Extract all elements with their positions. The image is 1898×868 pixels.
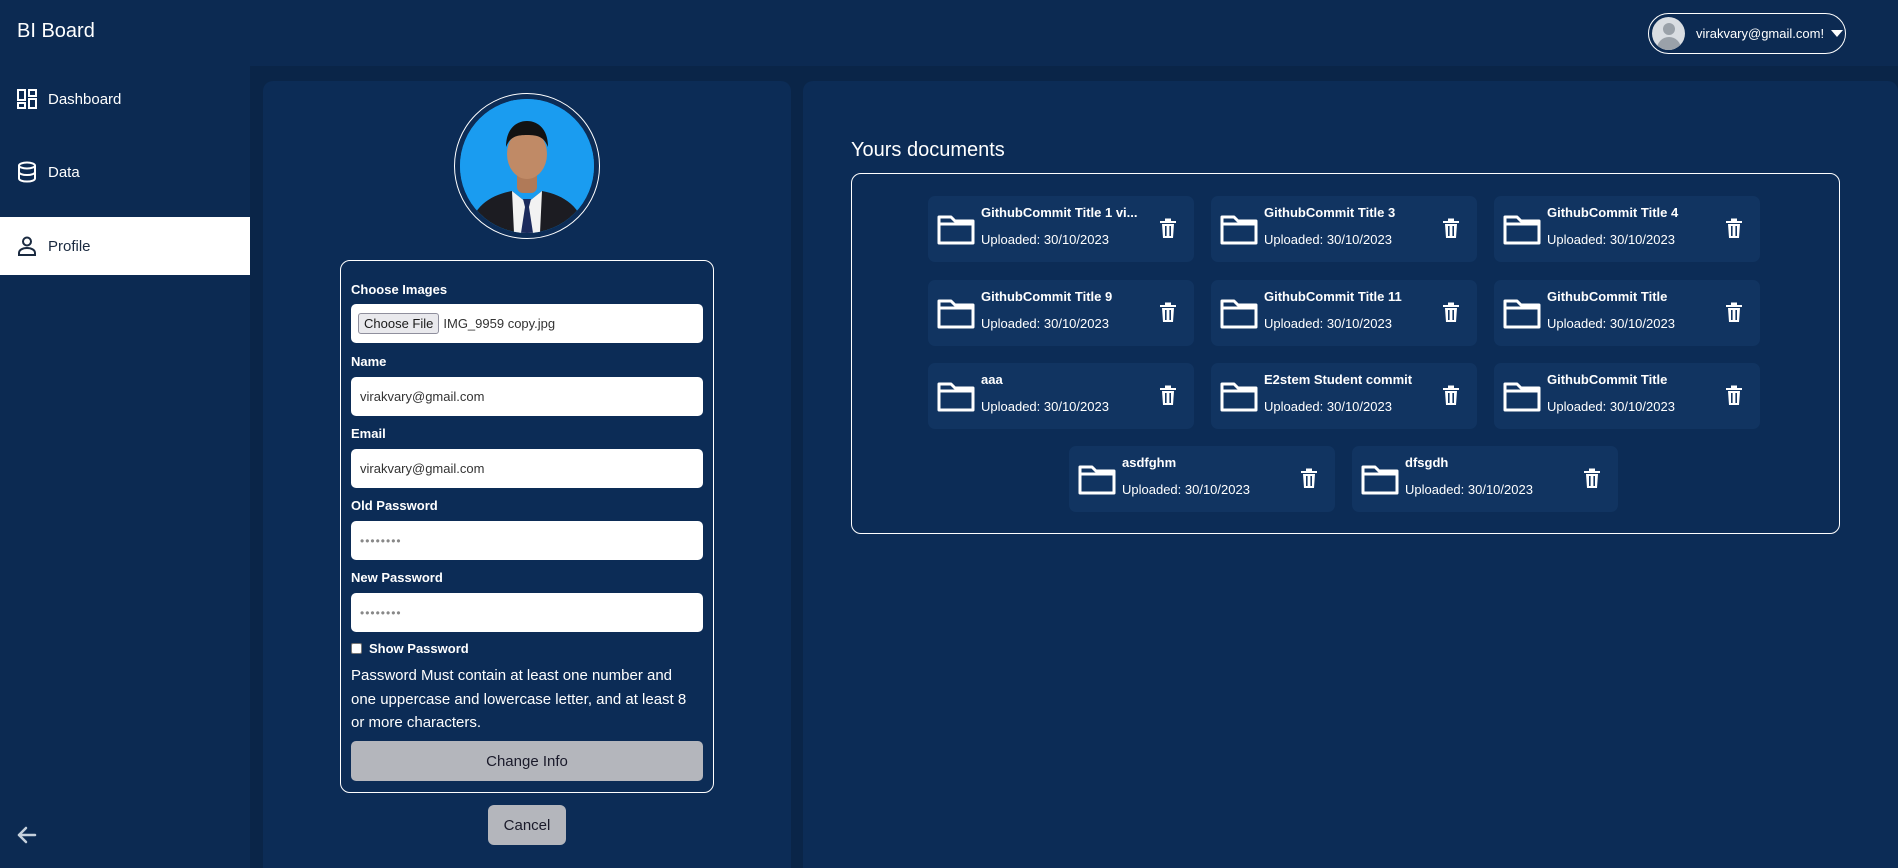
- document-item[interactable]: E2stem Student commit Uploaded: 30/10/202…: [1211, 363, 1477, 429]
- document-date: Uploaded: 30/10/2023: [1264, 316, 1392, 331]
- new-password-input[interactable]: ••••••••: [351, 593, 703, 632]
- document-title: GithubCommit Title 1 vi...: [981, 205, 1138, 220]
- show-password-toggle[interactable]: Show Password: [351, 641, 469, 656]
- show-password-label: Show Password: [369, 641, 469, 656]
- user-menu-button[interactable]: virakvary@gmail.com!: [1648, 13, 1846, 54]
- name-input[interactable]: virakvary@gmail.com: [351, 377, 703, 416]
- document-item[interactable]: asdfghm Uploaded: 30/10/2023: [1069, 446, 1335, 512]
- document-date: Uploaded: 30/10/2023: [1405, 482, 1533, 497]
- document-title: GithubCommit Title 3: [1264, 205, 1396, 220]
- folder-icon: [1503, 297, 1541, 329]
- trash-icon[interactable]: [1725, 218, 1743, 238]
- sidebar-item-label: Dashboard: [48, 90, 122, 108]
- document-date: Uploaded: 30/10/2023: [1122, 482, 1250, 497]
- folder-icon: [1361, 463, 1399, 495]
- document-date: Uploaded: 30/10/2023: [981, 316, 1109, 331]
- old-password-input[interactable]: ••••••••: [351, 521, 703, 560]
- folder-icon: [937, 213, 975, 245]
- document-date: Uploaded: 30/10/2023: [1264, 399, 1392, 414]
- sidebar: Dashboard Data Profile: [0, 66, 250, 868]
- document-item[interactable]: GithubCommit Title Uploaded: 30/10/2023: [1494, 363, 1760, 429]
- old-password-value: ••••••••: [360, 533, 402, 548]
- folder-icon: [1220, 380, 1258, 412]
- document-date: Uploaded: 30/10/2023: [981, 399, 1109, 414]
- sidebar-item-data[interactable]: Data: [0, 143, 250, 201]
- folder-icon: [1220, 213, 1258, 245]
- show-password-checkbox[interactable]: [351, 643, 362, 654]
- sidebar-item-dashboard[interactable]: Dashboard: [0, 70, 250, 128]
- document-item[interactable]: GithubCommit Title 9 Uploaded: 30/10/2023: [928, 280, 1194, 346]
- trash-icon[interactable]: [1159, 218, 1177, 238]
- sidebar-item-label: Profile: [48, 237, 91, 255]
- document-title: GithubCommit Title 4: [1547, 205, 1679, 220]
- password-hint: Password Must contain at least one numbe…: [351, 667, 687, 731]
- document-item[interactable]: GithubCommit Title 11 Uploaded: 30/10/202…: [1211, 280, 1477, 346]
- document-title: E2stem Student commit: [1264, 372, 1413, 387]
- new-password-label: New Password: [351, 570, 443, 585]
- document-title: GithubCommit Title 11: [1264, 289, 1402, 304]
- trash-icon[interactable]: [1442, 385, 1460, 405]
- document-title: GithubCommit Title: [1547, 289, 1668, 304]
- documents-title: Yours documents: [851, 139, 1005, 161]
- folder-icon: [1503, 213, 1541, 245]
- sidebar-item-label: Data: [48, 163, 80, 181]
- document-title: GithubCommit Title: [1547, 372, 1668, 387]
- document-date: Uploaded: 30/10/2023: [981, 232, 1109, 247]
- dashboard-icon: [16, 88, 38, 110]
- document-title: dfsgdh: [1405, 455, 1449, 470]
- document-date: Uploaded: 30/10/2023: [1547, 399, 1675, 414]
- document-title: asdfghm: [1122, 455, 1177, 470]
- folder-icon: [1078, 463, 1116, 495]
- folder-icon: [1503, 380, 1541, 412]
- name-value: virakvary@gmail.com: [360, 389, 485, 404]
- collapse-sidebar-icon[interactable]: [14, 822, 40, 848]
- document-item[interactable]: GithubCommit Title Uploaded: 30/10/2023: [1494, 280, 1760, 346]
- choose-file-button[interactable]: Choose File: [358, 313, 440, 334]
- choose-images-label: Choose Images: [351, 282, 448, 297]
- change-info-button[interactable]: Change Info: [351, 741, 703, 781]
- document-date: Uploaded: 30/10/2023: [1547, 316, 1675, 331]
- document-date: Uploaded: 30/10/2023: [1547, 232, 1675, 247]
- caret-down-icon: [1831, 30, 1843, 37]
- document-date: Uploaded: 30/10/2023: [1264, 232, 1392, 247]
- person-icon: [16, 235, 38, 257]
- trash-icon[interactable]: [1159, 302, 1177, 322]
- trash-icon[interactable]: [1725, 385, 1743, 405]
- document-item[interactable]: dfsgdh Uploaded: 30/10/2023: [1352, 446, 1618, 512]
- name-label: Name: [351, 354, 387, 369]
- avatar: [1652, 17, 1685, 50]
- document-item[interactable]: GithubCommit Title 3 Uploaded: 30/10/2023: [1211, 196, 1477, 262]
- trash-icon[interactable]: [1583, 468, 1601, 488]
- document-title: GithubCommit Title 9: [981, 289, 1113, 304]
- app-title: BI Board: [17, 20, 95, 42]
- user-email: virakvary@gmail.com!: [1696, 26, 1825, 41]
- new-password-value: ••••••••: [360, 605, 402, 620]
- document-item[interactable]: aaa Uploaded: 30/10/2023: [928, 363, 1194, 429]
- trash-icon[interactable]: [1442, 218, 1460, 238]
- sidebar-item-profile[interactable]: Profile: [0, 217, 250, 275]
- profile-photo: [454, 93, 600, 239]
- file-name: IMG_9959 copy.jpg: [443, 316, 556, 331]
- trash-icon[interactable]: [1159, 385, 1177, 405]
- database-icon: [16, 161, 38, 183]
- trash-icon[interactable]: [1442, 302, 1460, 322]
- email-label: Email: [351, 426, 386, 441]
- cancel-button[interactable]: Cancel: [488, 805, 566, 845]
- file-input[interactable]: Choose File IMG_9959 copy.jpg: [351, 304, 703, 343]
- document-item[interactable]: GithubCommit Title 1 vi... Uploaded: 30/1…: [928, 196, 1194, 262]
- email-value: virakvary@gmail.com: [360, 461, 485, 476]
- trash-icon[interactable]: [1725, 302, 1743, 322]
- trash-icon[interactable]: [1300, 468, 1318, 488]
- old-password-label: Old Password: [351, 498, 438, 513]
- document-title: aaa: [981, 372, 1003, 387]
- folder-icon: [937, 380, 975, 412]
- folder-icon: [937, 297, 975, 329]
- folder-icon: [1220, 297, 1258, 329]
- email-input[interactable]: virakvary@gmail.com: [351, 449, 703, 488]
- top-bar: BI Board virakvary@gmail.com!: [0, 0, 1898, 66]
- document-item[interactable]: GithubCommit Title 4 Uploaded: 30/10/2023: [1494, 196, 1760, 262]
